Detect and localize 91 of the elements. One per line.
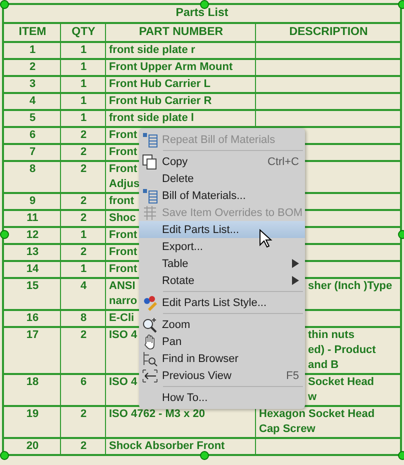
table-cell: 9 [29,194,36,209]
table-cell: Shock Absorber Front [109,439,225,454]
menu-item[interactable]: Rotate [139,272,305,289]
table-cell: 1 [80,228,87,243]
menu-item[interactable]: Find in Browser [139,350,305,367]
menu-item[interactable]: Delete [139,170,305,187]
table-cell: 2 [80,439,87,454]
table-cell: E-Cli [109,311,134,326]
table-cell: Front Hub Carrier L [109,77,210,92]
table-cell: 17 [26,328,39,343]
table-cell: Front [109,262,138,277]
table-cell: 1 [80,60,87,75]
table-cell: sher (Inch )Type [308,279,392,294]
grid-icon [142,204,158,220]
grip-handle[interactable] [0,451,9,460]
list-icon [142,132,158,148]
table-cell: front side plate r [109,43,196,58]
table-cell: ANSI narro [109,279,138,309]
table-cell: thin nuts ed) - Product and B [308,328,376,373]
table-cell: 2 [80,194,87,209]
list-icon [142,188,158,204]
table-cell: 20 [26,439,39,454]
table-cell: front [109,194,134,209]
column-header: PART NUMBER [138,25,224,40]
table-title: Parts List [176,6,228,21]
back-arrow-icon [142,368,158,384]
table-cell: Front [109,128,138,143]
menu-item[interactable]: Export... [139,238,305,255]
table-cell: 2 [80,128,87,143]
table-cell: 5 [29,111,36,126]
table-cell: 1 [80,94,87,109]
menu-item[interactable]: Bill of Materials... [139,187,305,204]
table-cell: 2 [80,245,87,260]
table-cell: 18 [26,375,39,390]
table-cell: 4 [80,279,87,294]
table-cell: 13 [26,245,39,260]
palette-icon [142,294,158,310]
table-cell: Front [109,228,138,243]
table-cell: 16 [26,311,39,326]
table-cell: 4 [29,94,36,109]
table-cell: 1 [80,111,87,126]
tree-search-icon [142,350,158,366]
table-cell: Front [109,245,138,260]
menu-item[interactable]: How To... [139,389,305,406]
table-cell: 3 [29,77,36,92]
table-cell: 8 [29,162,36,177]
table-cell: ISO 4 [109,328,138,343]
table-cell: 2 [29,60,36,75]
table-cell: 1 [29,43,36,58]
zoom-icon [142,316,158,332]
table-cell: ISO 4 [109,375,138,390]
menu-item[interactable]: Pan [139,333,305,350]
table-cell: Front [109,145,138,160]
table-cell: 2 [80,162,87,177]
table-cell: 7 [29,145,36,160]
table-cell: 1 [80,262,87,277]
table-cell: 8 [80,311,87,326]
table-cell: 14 [26,262,39,277]
table-cell: 2 [80,328,87,343]
table-cell: 1 [80,43,87,58]
grip-handle[interactable] [200,451,209,460]
table-cell: ISO 4762 - M3 x 20 [109,407,205,422]
grip-handle[interactable] [0,0,9,9]
table-cell: 2 [80,211,87,226]
column-header: ITEM [18,25,46,40]
grip-handle[interactable] [0,230,9,239]
menu-item[interactable]: Previous View F5 [139,367,305,384]
table-cell: 15 [26,279,39,294]
table-cell: 19 [26,407,39,422]
table-cell: Hexagon Socket Head Cap Screw [259,407,375,437]
table-cell: 11 [26,211,38,226]
table-cell: Shoc [109,211,136,226]
menu-item[interactable]: Zoom [139,316,305,333]
cursor-icon [259,229,273,249]
column-header: QTY [72,25,96,40]
table-cell: Socket Head w [308,375,374,405]
table-cell: 6 [80,375,87,390]
table-cell: Front Hub Carrier R [109,94,212,109]
table-cell: 6 [29,128,36,143]
table-cell: 2 [80,407,87,422]
table-cell: Front Upper Arm Mount [109,60,233,75]
table-cell: 1 [80,77,87,92]
grip-handle[interactable] [200,0,209,9]
table-cell: 2 [80,145,87,160]
menu-item[interactable]: Edit Parts List Style... [139,294,305,311]
table-cell: 12 [26,228,39,243]
table-cell: front side plate l [109,111,194,126]
column-header: DESCRIPTION [289,25,368,40]
menu-item[interactable]: Table [139,255,305,272]
menu-item[interactable]: Copy Ctrl+C [139,153,305,170]
copy-icon [142,154,158,170]
